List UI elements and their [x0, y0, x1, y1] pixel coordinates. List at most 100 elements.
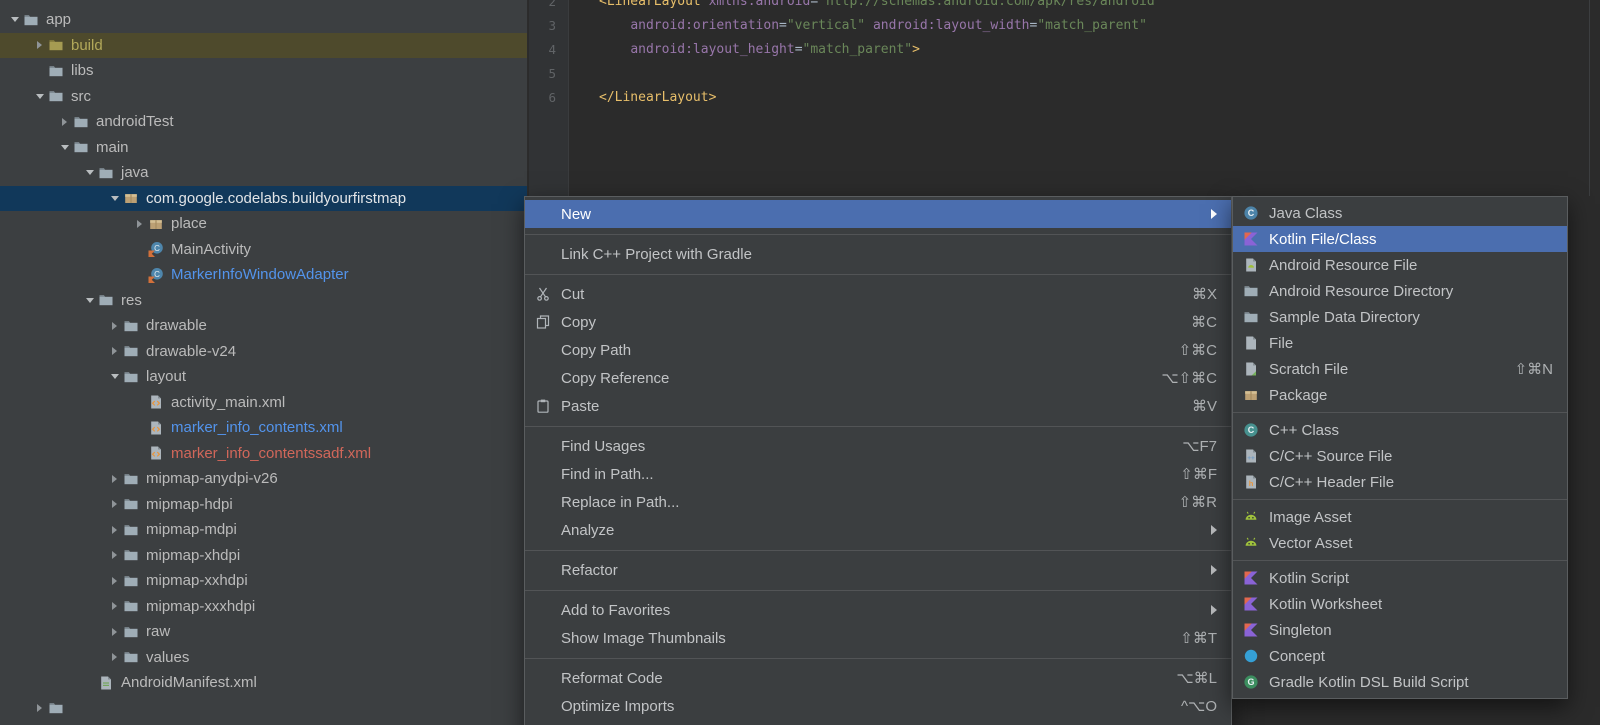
code-line[interactable]: android:orientation="vertical" android:l…: [599, 14, 1147, 38]
tree-item-marker-info-contents-xml[interactable]: marker_info_contents.xml: [0, 415, 527, 441]
tree-item-activity-main-xml[interactable]: activity_main.xml: [0, 390, 527, 416]
context-menu-item-reformat-code[interactable]: Reformat Code⌥⌘L: [525, 664, 1231, 692]
new-submenu-item-file[interactable]: File: [1233, 330, 1567, 356]
expand-arrow-icon[interactable]: [106, 500, 123, 508]
collapse-arrow-icon[interactable]: [106, 196, 123, 201]
context-menu: NewLink C++ Project with GradleCut⌘XCopy…: [524, 196, 1232, 725]
menu-item-label: C/C++ Header File: [1269, 474, 1553, 491]
tree-item-build[interactable]: build: [0, 33, 527, 59]
expand-arrow-icon[interactable]: [106, 551, 123, 559]
new-submenu-item-scratch-file[interactable]: Scratch File⇧⌘N: [1233, 356, 1567, 382]
tree-item-res[interactable]: res: [0, 288, 527, 314]
line-number: 2: [529, 0, 556, 14]
tree-item-mipmap-hdpi[interactable]: mipmap-hdpi: [0, 492, 527, 518]
collapse-arrow-icon[interactable]: [106, 374, 123, 379]
code-line[interactable]: android:layout_height="match_parent">: [599, 38, 920, 62]
tree-item-libs[interactable]: libs: [0, 58, 527, 84]
tree-item-mipmap-xxxhdpi[interactable]: mipmap-xxxhdpi: [0, 594, 527, 620]
new-submenu-item-android-resource-directory[interactable]: Android Resource Directory: [1233, 278, 1567, 304]
expand-arrow-icon[interactable]: [106, 628, 123, 636]
new-submenu-item-kotlin-script[interactable]: Kotlin Script: [1233, 565, 1567, 591]
collapse-arrow-icon[interactable]: [31, 94, 48, 99]
line-number: 6: [529, 86, 556, 110]
new-submenu-item-concept[interactable]: Concept: [1233, 643, 1567, 669]
tree-item-marker-info-contentssadf-xml[interactable]: marker_info_contentssadf.xml: [0, 441, 527, 467]
context-menu-item-copy-reference[interactable]: Copy Reference⌥⇧⌘C: [525, 364, 1231, 392]
tree-item-mainactivity[interactable]: CMainActivity: [0, 237, 527, 263]
collapse-arrow-icon[interactable]: [81, 170, 98, 175]
expand-arrow-icon[interactable]: [106, 526, 123, 534]
svg-text:C: C: [154, 244, 160, 253]
expand-arrow-icon[interactable]: [31, 41, 48, 49]
context-menu-item-find-usages[interactable]: Find Usages⌥F7: [525, 432, 1231, 460]
expand-arrow-icon[interactable]: [56, 118, 73, 126]
tree-item-place[interactable]: place: [0, 211, 527, 237]
menu-item-label: Android Resource File: [1269, 257, 1553, 274]
tree-item-raw[interactable]: raw: [0, 619, 527, 645]
context-menu-item-add-to-favorites[interactable]: Add to Favorites: [525, 596, 1231, 624]
new-submenu-item-package[interactable]: Package: [1233, 382, 1567, 408]
new-submenu-item-android-resource-file[interactable]: Android Resource File: [1233, 252, 1567, 278]
tree-item-mipmap-anydpi-v26[interactable]: mipmap-anydpi-v26: [0, 466, 527, 492]
expand-arrow-icon[interactable]: [106, 475, 123, 483]
new-submenu-item-sample-data-directory[interactable]: Sample Data Directory: [1233, 304, 1567, 330]
tree-item-markerinfowindowadapter[interactable]: CMarkerInfoWindowAdapter: [0, 262, 527, 288]
context-menu-item-find-in-path[interactable]: Find in Path...⇧⌘F: [525, 460, 1231, 488]
collapse-arrow-icon[interactable]: [6, 17, 23, 22]
new-submenu-item-gradle-kotlin-dsl-build-script[interactable]: GGradle Kotlin DSL Build Script: [1233, 669, 1567, 695]
tree-item-layout[interactable]: layout: [0, 364, 527, 390]
new-submenu-item-image-asset[interactable]: Image Asset: [1233, 504, 1567, 530]
tree-item-com-google-codelabs-buildyourfirstmap[interactable]: com.google.codelabs.buildyourfirstmap: [0, 186, 527, 212]
expand-arrow-icon[interactable]: [31, 704, 48, 712]
new-submenu-item-c-class[interactable]: CC++ Class: [1233, 417, 1567, 443]
tree-item-label: res: [121, 292, 142, 309]
context-menu-item-paste[interactable]: Paste⌘V: [525, 392, 1231, 420]
new-submenu-item-vector-asset[interactable]: Vector Asset: [1233, 530, 1567, 556]
tree-item-androidmanifest-xml[interactable]: AndroidManifest.xml: [0, 670, 527, 696]
expand-arrow-icon[interactable]: [106, 322, 123, 330]
tree-item-mipmap-xhdpi[interactable]: mipmap-xhdpi: [0, 543, 527, 569]
code-line[interactable]: </LinearLayout>: [599, 86, 716, 110]
context-menu-item-cut[interactable]: Cut⌘X: [525, 280, 1231, 308]
context-menu-item-copy[interactable]: Copy⌘C: [525, 308, 1231, 336]
concept-icon: [1243, 648, 1259, 664]
context-menu-item-refactor[interactable]: Refactor: [525, 556, 1231, 584]
expand-arrow-icon[interactable]: [106, 347, 123, 355]
new-submenu-item-java-class[interactable]: CJava Class: [1233, 200, 1567, 226]
new-submenu-item-kotlin-worksheet[interactable]: Kotlin Worksheet: [1233, 591, 1567, 617]
tree-item-src[interactable]: src: [0, 84, 527, 110]
new-submenu-item-c-c-source-file[interactable]: ++C/C++ Source File: [1233, 443, 1567, 469]
new-submenu-item-singleton[interactable]: Singleton: [1233, 617, 1567, 643]
expand-arrow-icon[interactable]: [131, 220, 148, 228]
context-menu-item-analyze[interactable]: Analyze: [525, 516, 1231, 544]
tree-item-drawable-v24[interactable]: drawable-v24: [0, 339, 527, 365]
tree-item-mipmap-xxhdpi[interactable]: mipmap-xxhdpi: [0, 568, 527, 594]
new-submenu-item-kotlin-file-class[interactable]: Kotlin File/Class: [1233, 226, 1567, 252]
tree-item-label: mipmap-anydpi-v26: [146, 470, 278, 487]
tree-item-androidtest[interactable]: androidTest: [0, 109, 527, 135]
context-menu-item-replace-in-path[interactable]: Replace in Path...⇧⌘R: [525, 488, 1231, 516]
context-menu-item-show-image-thumbnails[interactable]: Show Image Thumbnails⇧⌘T: [525, 624, 1231, 652]
editor-scrollbar[interactable]: [1589, 0, 1600, 196]
expand-arrow-icon[interactable]: [106, 577, 123, 585]
expand-arrow-icon[interactable]: [106, 653, 123, 661]
context-menu-item-link-c-project-with-gradle[interactable]: Link C++ Project with Gradle: [525, 240, 1231, 268]
context-menu-item-optimize-imports[interactable]: Optimize Imports^⌥O: [525, 692, 1231, 720]
tree-item-label: java: [121, 164, 149, 181]
context-menu-item-new[interactable]: New: [525, 200, 1231, 228]
tree-item-values[interactable]: values: [0, 645, 527, 671]
tree-item-app[interactable]: app: [0, 7, 527, 33]
code-line[interactable]: <LinearLayout xmlns:android="http://sche…: [599, 0, 1163, 14]
expand-arrow-icon[interactable]: [106, 602, 123, 610]
context-menu-item-copy-path[interactable]: Copy Path⇧⌘C: [525, 336, 1231, 364]
new-submenu-item-c-c-header-file[interactable]: hC/C++ Header File: [1233, 469, 1567, 495]
menu-shortcut: ⌥⇧⌘C: [1161, 369, 1217, 387]
tree-item-mipmap-mdpi[interactable]: mipmap-mdpi: [0, 517, 527, 543]
menu-item-label: Analyze: [561, 522, 1187, 539]
tree-item-partial[interactable]: [0, 696, 527, 722]
tree-item-java[interactable]: java: [0, 160, 527, 186]
tree-item-main[interactable]: main: [0, 135, 527, 161]
collapse-arrow-icon[interactable]: [56, 145, 73, 150]
collapse-arrow-icon[interactable]: [81, 298, 98, 303]
tree-item-drawable[interactable]: drawable: [0, 313, 527, 339]
